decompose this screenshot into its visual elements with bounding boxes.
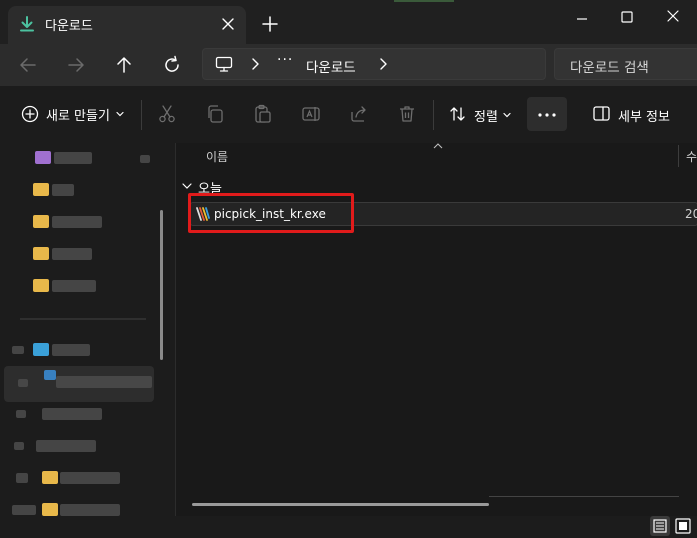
chevron-right-icon[interactable] (248, 55, 262, 73)
expand-chevron[interactable] (12, 346, 24, 354)
sidebar-divider (20, 318, 146, 320)
large-icons-view-icon[interactable] (673, 516, 693, 536)
up-button[interactable] (112, 53, 136, 77)
title-bar: 다운로드 (0, 0, 697, 44)
chevron-down-icon (116, 111, 124, 117)
expand-chevron[interactable] (18, 379, 28, 387)
blurred-label (56, 376, 152, 388)
paste-icon[interactable] (253, 104, 273, 124)
blurred-label (16, 473, 28, 483)
more-options-button[interactable] (527, 97, 567, 131)
sidebar-item[interactable] (0, 279, 160, 293)
sidebar-item-selected[interactable] (4, 366, 154, 402)
column-header: 이름 수 (176, 143, 697, 167)
cut-icon[interactable] (157, 104, 177, 124)
blurred-label (140, 155, 150, 163)
new-tab-button[interactable] (259, 13, 281, 35)
sort-ascending-icon (433, 143, 443, 149)
close-window-button[interactable] (650, 4, 696, 34)
folder-icon (35, 151, 51, 164)
folder-icon (33, 247, 49, 260)
navigation-pane (0, 143, 170, 516)
chevron-down-icon (182, 183, 192, 189)
column-separator[interactable] (678, 145, 679, 167)
drive-icon (33, 343, 49, 356)
horizontal-scrollbar[interactable] (192, 503, 489, 506)
sort-button[interactable]: 정렬 (449, 102, 519, 126)
maximize-button[interactable] (604, 4, 650, 34)
this-pc-icon[interactable] (215, 56, 233, 73)
details-pane-icon (593, 106, 610, 121)
more-icon (538, 113, 556, 117)
refresh-button[interactable] (160, 53, 184, 77)
blurred-label (52, 248, 92, 260)
list-divider (489, 496, 679, 497)
sidebar-item[interactable] (0, 407, 160, 421)
tab-downloads[interactable]: 다운로드 (8, 6, 246, 44)
blurred-label (52, 280, 96, 292)
minimize-button[interactable] (559, 4, 605, 34)
sidebar-item[interactable] (0, 183, 160, 197)
sidebar-item[interactable] (0, 503, 160, 517)
forward-button[interactable] (64, 53, 88, 77)
plus-circle-icon (21, 105, 39, 123)
blurred-label (42, 408, 102, 420)
rename-icon[interactable] (301, 104, 321, 124)
blurred-label (52, 344, 90, 356)
command-bar: 새로 만들기 정렬 세부 정보 (0, 86, 697, 143)
new-button-label: 새로 만들기 (46, 109, 110, 124)
toolbar-divider (141, 100, 142, 130)
column-modified-header[interactable]: 수 (686, 148, 697, 165)
sidebar-item[interactable] (0, 151, 160, 165)
blurred-label (54, 152, 92, 164)
folder-icon (33, 215, 49, 228)
sidebar-scrollbar[interactable] (160, 210, 163, 360)
blurred-label (60, 472, 120, 484)
breadcrumb-overflow[interactable]: ··· (277, 52, 293, 68)
chevron-down-icon (503, 112, 511, 118)
blurred-label (60, 504, 120, 516)
chevron-right-icon[interactable] (376, 55, 390, 73)
folder-icon (44, 370, 56, 380)
blurred-label (52, 216, 102, 228)
file-modified: 20 (685, 207, 697, 221)
share-icon[interactable] (349, 104, 369, 124)
sort-button-label: 정렬 (474, 110, 498, 125)
delete-icon[interactable] (397, 104, 417, 124)
blurred-label (52, 184, 74, 196)
sidebar-item[interactable] (0, 343, 160, 357)
folder-icon (33, 279, 49, 292)
copy-icon[interactable] (205, 104, 225, 124)
blurred-label (12, 505, 36, 515)
navigation-bar: ··· 다운로드 다운로드 검색 (0, 44, 697, 86)
sidebar-item[interactable] (0, 471, 160, 485)
toolbar-divider (433, 100, 434, 130)
sort-icon (450, 107, 465, 121)
download-icon (20, 16, 34, 32)
sidebar-item[interactable] (0, 247, 160, 261)
folder-icon (42, 471, 58, 484)
breadcrumb-current[interactable]: 다운로드 (306, 56, 356, 76)
annotation-highlight-box (188, 193, 354, 233)
search-box[interactable]: 다운로드 검색 (554, 48, 697, 80)
expand-chevron[interactable] (16, 410, 26, 418)
expand-chevron[interactable] (14, 442, 24, 450)
address-bar[interactable]: ··· 다운로드 (202, 48, 546, 80)
search-placeholder: 다운로드 검색 (570, 60, 649, 76)
sidebar-item[interactable] (0, 439, 160, 453)
details-pane-button[interactable]: 세부 정보 (593, 102, 683, 126)
folder-icon (33, 183, 49, 196)
details-pane-label: 세부 정보 (618, 110, 670, 125)
column-name-header[interactable]: 이름 (206, 148, 228, 165)
sidebar-item[interactable] (0, 215, 160, 229)
status-bar (0, 516, 697, 538)
blurred-label (36, 440, 96, 452)
title-edge-line (394, 0, 454, 2)
tab-title: 다운로드 (45, 19, 93, 34)
details-view-icon[interactable] (650, 516, 670, 536)
folder-icon (42, 503, 58, 516)
close-tab-icon[interactable] (218, 14, 238, 34)
back-button[interactable] (16, 53, 40, 77)
